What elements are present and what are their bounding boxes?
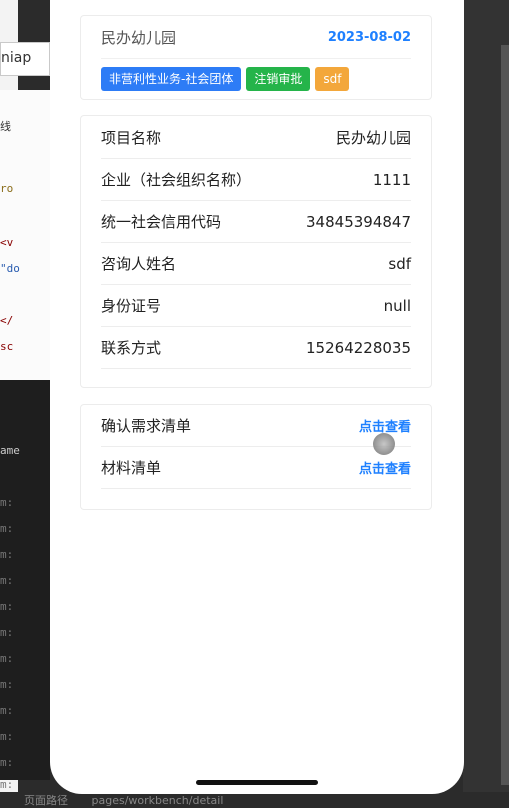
ide-snippet: 线 (0, 120, 11, 133)
detail-row: 统一社会信用代码 34845394847 (101, 201, 411, 243)
detail-row: 身份证号 null (101, 285, 411, 327)
detail-label: 咨询人姓名 (101, 255, 177, 273)
status-path: pages/workbench/detail (91, 794, 224, 807)
header-card-head: 民办幼儿园 2023-08-02 (101, 16, 411, 59)
ide-code-area: 线 ro <v "do </ sc (0, 90, 50, 390)
material-label: 确认需求清单 (101, 417, 192, 435)
custom-tag: sdf (315, 67, 350, 91)
detail-value: 34845394847 (306, 212, 411, 231)
status-label: 页面路径 (24, 794, 68, 807)
ide-snippet: m: (0, 522, 14, 535)
detail-row: 咨询人姓名 sdf (101, 243, 411, 285)
material-row: 确认需求清单 点击查看 (101, 405, 411, 447)
ide-snippet: m: (0, 548, 14, 561)
detail-value: 15264228035 (306, 338, 411, 357)
detail-row: 联系方式 15264228035 (101, 327, 411, 369)
detail-value: sdf (388, 254, 411, 273)
ide-snippet: <v (0, 236, 14, 249)
detail-label: 统一社会信用代码 (101, 213, 222, 231)
details-card: 项目名称 民办幼儿园 企业（社会组织名称） 1111 统一社会信用代码 3484… (80, 115, 432, 388)
ide-snippet: m: (0, 704, 14, 717)
material-row: 材料清单 点击查看 (101, 447, 411, 489)
view-link[interactable]: 点击查看 (359, 458, 411, 477)
ide-snippet: m: (0, 778, 14, 791)
ide-snippet: sc (0, 340, 14, 353)
ide-snippet: m: (0, 730, 14, 743)
category-tag: 非营利性业务-社会团体 (101, 67, 242, 91)
ide-search-input[interactable]: niap (0, 42, 50, 76)
project-title: 民办幼儿园 (101, 28, 177, 47)
ide-snippet: m: (0, 652, 14, 665)
phone-screen: 民办幼儿园 2023-08-02 非营利性业务-社会团体 注销审批 sdf 项目… (50, 0, 464, 794)
header-card: 民办幼儿园 2023-08-02 非营利性业务-社会团体 注销审批 sdf (80, 15, 432, 100)
ide-snippet: ame (0, 444, 20, 457)
detail-label: 联系方式 (101, 339, 162, 357)
touch-cursor-icon (373, 433, 395, 455)
detail-label: 企业（社会组织名称） (101, 171, 252, 189)
ide-snippet: m: (0, 574, 14, 587)
ide-scrollbar[interactable] (501, 45, 509, 785)
detail-value: 1111 (372, 170, 411, 189)
ide-snippet: m: (0, 678, 14, 691)
ide-console: ame m: m: m: m: m: m: m: m: m: m: m: m: (0, 380, 50, 791)
ide-snippet: ro (0, 182, 14, 195)
detail-label: 项目名称 (101, 129, 162, 147)
ide-snippet: "do (0, 262, 20, 275)
ide-snippet: </ (0, 314, 14, 327)
ide-snippet: m: (0, 756, 14, 769)
ide-input-text: niap (1, 50, 32, 66)
ide-status-bar: 页面路径 pages/workbench/detail (0, 792, 509, 807)
tag-list: 非营利性业务-社会团体 注销审批 sdf (81, 59, 431, 91)
home-indicator[interactable] (196, 780, 318, 785)
detail-row: 项目名称 民办幼儿园 (101, 117, 411, 159)
approval-tag: 注销审批 (246, 67, 311, 91)
ide-snippet: m: (0, 496, 14, 509)
ide-snippet: m: (0, 626, 14, 639)
detail-row: 企业（社会组织名称） 1111 (101, 159, 411, 201)
ide-snippet: m: (0, 600, 14, 613)
detail-label: 身份证号 (101, 297, 162, 315)
project-date: 2023-08-02 (327, 29, 411, 45)
detail-value: null (383, 296, 411, 315)
materials-card: 确认需求清单 点击查看 材料清单 点击查看 (80, 404, 432, 510)
detail-value: 民办幼儿园 (335, 129, 411, 147)
material-label: 材料清单 (101, 459, 162, 477)
